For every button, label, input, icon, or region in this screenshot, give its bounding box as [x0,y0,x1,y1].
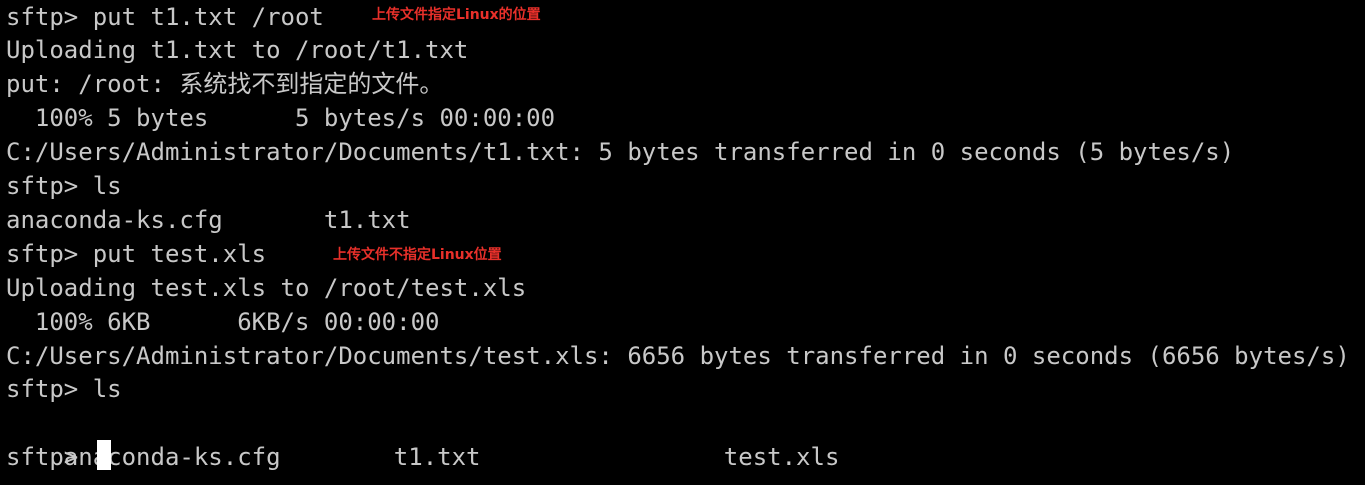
terminal-line: C:/Users/Administrator/Documents/test.xl… [6,342,1350,370]
ls-output-row: anaconda-ks.cfg t1.txt test.xls [6,406,840,471]
ls-entry: anaconda-ks.cfg [63,443,281,471]
annotation-upload-without-path: 上传文件不指定Linux位置 [333,247,502,263]
terminal-line: sftp> put t1.txt /root [6,3,324,31]
terminal-line: sftp> ls [6,375,122,403]
terminal-line: Uploading t1.txt to /root/t1.txt [6,36,469,64]
terminal-line: sftp> ls [6,172,122,200]
ls-entry: test.xls [723,443,840,471]
annotation-upload-with-path: 上传文件指定Linux的位置 [372,7,541,23]
terminal-line: Uploading test.xls to /root/test.xls [6,274,527,302]
terminal-line: sftp> put test.xls [6,240,267,268]
terminal-line: 100% 6KB 6KB/s 00:00:00 [6,308,440,336]
terminal-line: put: /root: 系统找不到指定的文件。 [6,70,444,98]
terminal-line: C:/Users/Administrator/Documents/t1.txt:… [6,138,1235,166]
terminal-cursor [97,440,111,470]
ls-entry: t1.txt [393,443,481,471]
terminal-line: anaconda-ks.cfg t1.txt [6,206,411,234]
terminal-prompt[interactable]: sftp> [6,440,93,474]
terminal-window[interactable]: sftp> put t1.txt /root Uploading t1.txt … [0,0,1365,485]
terminal-line: 100% 5 bytes 5 bytes/s 00:00:00 [6,104,556,132]
